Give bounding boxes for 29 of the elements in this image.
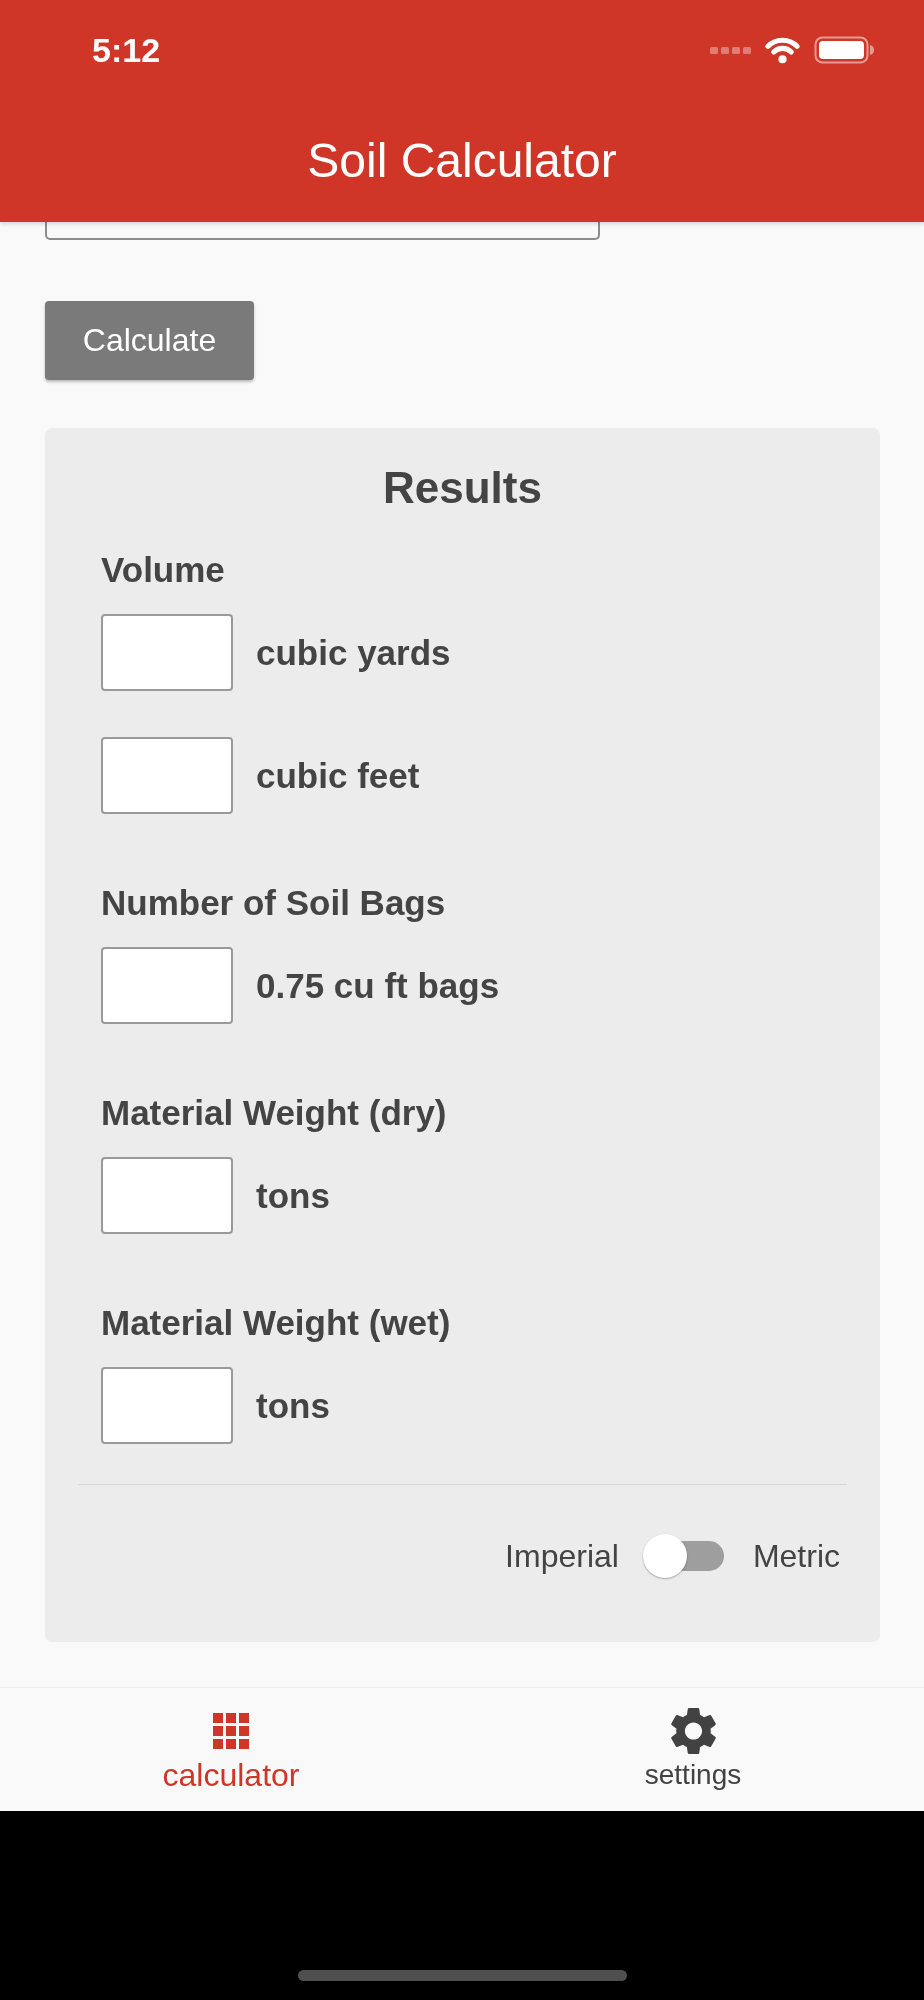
unit-switch[interactable] [642, 1533, 724, 1579]
unit-label: tons [256, 1385, 330, 1426]
battery-icon [814, 36, 874, 64]
section-label: Material Weight (wet) [101, 1303, 451, 1343]
result-field[interactable] [101, 614, 233, 691]
unit-label: cubic yards [256, 632, 451, 673]
nav-tab[interactable]: calculator [0, 1688, 462, 1811]
settings-icon [670, 1708, 716, 1754]
nav-tab[interactable]: settings [462, 1688, 924, 1811]
unit-label: 0.75 cu ft bags [256, 965, 500, 1006]
result-field[interactable] [101, 947, 233, 1024]
status-time: 5:12 [92, 30, 161, 70]
result-field[interactable] [101, 1157, 233, 1234]
grid-icon [213, 1713, 249, 1749]
unit-label: tons [256, 1175, 330, 1216]
results-title: Results [382, 463, 543, 513]
section-label: Volume [101, 550, 225, 590]
unit-option-label: Metric [752, 1537, 840, 1575]
result-field[interactable] [101, 737, 233, 814]
input-field[interactable] [45, 222, 600, 240]
section-label: Number of Soil Bags [101, 883, 446, 923]
unit-option-label: Imperial [505, 1537, 619, 1575]
section-label: Material Weight (dry) [101, 1093, 447, 1133]
signal-icon [710, 46, 751, 54]
wifi-icon [765, 36, 800, 64]
unit-label: cubic feet [256, 755, 420, 796]
result-field[interactable] [101, 1367, 233, 1444]
app-title: Soil Calculator [307, 133, 617, 189]
calculate-button[interactable]: Calculate [45, 301, 254, 380]
